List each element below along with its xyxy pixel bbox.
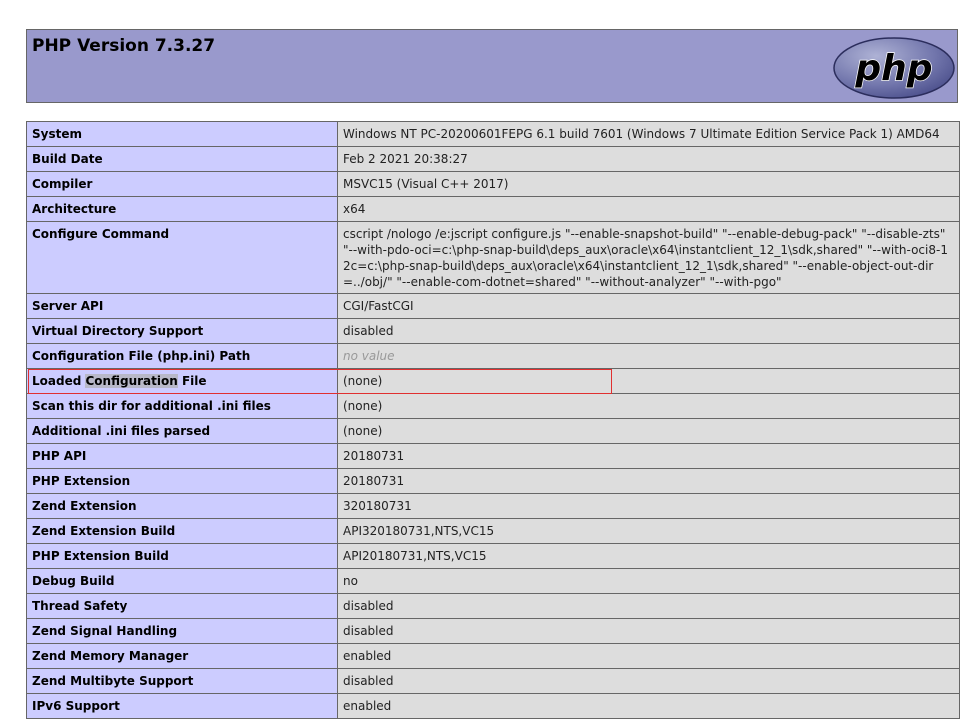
row-value: enabled bbox=[337, 643, 960, 669]
table-row: Architecture x64 bbox=[26, 196, 960, 222]
row-key-loaded-config: Loaded Configuration File bbox=[26, 368, 338, 394]
row-value: disabled bbox=[337, 668, 960, 694]
key-part: File bbox=[177, 374, 207, 388]
row-value: 20180731 bbox=[337, 468, 960, 494]
row-key: Build Date bbox=[26, 146, 338, 172]
row-key: System bbox=[26, 121, 338, 147]
search-highlight: Configuration bbox=[85, 374, 178, 388]
row-value: CGI/FastCGI bbox=[337, 293, 960, 319]
row-key: Additional .ini files parsed bbox=[26, 418, 338, 444]
logo-text: php bbox=[854, 48, 932, 89]
row-value: API320180731,NTS,VC15 bbox=[337, 518, 960, 544]
row-value: (none) bbox=[337, 393, 960, 419]
row-key: PHP API bbox=[26, 443, 338, 469]
table-row: PHP Extension Build API20180731,NTS,VC15 bbox=[26, 543, 960, 569]
row-key: Zend Extension Build bbox=[26, 518, 338, 544]
table-row: Zend Signal Handling disabled bbox=[26, 618, 960, 644]
row-key: IPv6 Support bbox=[26, 693, 338, 719]
row-key: Compiler bbox=[26, 171, 338, 197]
row-key: Architecture bbox=[26, 196, 338, 222]
row-key: Scan this dir for additional .ini files bbox=[26, 393, 338, 419]
php-logo: php bbox=[833, 37, 955, 99]
table-row: Configuration File (php.ini) Path no val… bbox=[26, 343, 960, 369]
row-key: Zend Memory Manager bbox=[26, 643, 338, 669]
table-row: Zend Extension 320180731 bbox=[26, 493, 960, 519]
row-value: 20180731 bbox=[337, 443, 960, 469]
row-key: Zend Multibyte Support bbox=[26, 668, 338, 694]
row-key: Configure Command bbox=[26, 221, 338, 294]
row-value: 320180731 bbox=[337, 493, 960, 519]
table-row: Server API CGI/FastCGI bbox=[26, 293, 960, 319]
table-row: Scan this dir for additional .ini files … bbox=[26, 393, 960, 419]
table-row: Thread Safety disabled bbox=[26, 593, 960, 619]
row-value: (none) bbox=[337, 368, 960, 394]
page-header: PHP Version 7.3.27 php bbox=[26, 29, 958, 103]
row-key: PHP Extension bbox=[26, 468, 338, 494]
row-value-configure-command: cscript /nologo /e:jscript configure.js … bbox=[337, 221, 960, 294]
table-row-loaded-config: Loaded Configuration File (none) bbox=[26, 368, 960, 394]
table-row: Compiler MSVC15 (Visual C++ 2017) bbox=[26, 171, 960, 197]
table-row: Zend Multibyte Support disabled bbox=[26, 668, 960, 694]
row-value: enabled bbox=[337, 693, 960, 719]
row-key: Zend Extension bbox=[26, 493, 338, 519]
table-row: Build Date Feb 2 2021 20:38:27 bbox=[26, 146, 960, 172]
row-value: x64 bbox=[337, 196, 960, 222]
row-key: PHP Extension Build bbox=[26, 543, 338, 569]
row-key: Debug Build bbox=[26, 568, 338, 594]
table-row: Additional .ini files parsed (none) bbox=[26, 418, 960, 444]
table-row: Configure Command cscript /nologo /e:jsc… bbox=[26, 221, 960, 294]
row-value: no bbox=[337, 568, 960, 594]
table-row: Zend Memory Manager enabled bbox=[26, 643, 960, 669]
table-row: IPv6 Support enabled bbox=[26, 693, 960, 719]
row-value: disabled bbox=[337, 618, 960, 644]
row-key: Server API bbox=[26, 293, 338, 319]
row-key: Virtual Directory Support bbox=[26, 318, 338, 344]
row-value: (none) bbox=[337, 418, 960, 444]
php-info-table: System Windows NT PC-20200601FEPG 6.1 bu… bbox=[26, 121, 960, 719]
row-key: Thread Safety bbox=[26, 593, 338, 619]
table-row: System Windows NT PC-20200601FEPG 6.1 bu… bbox=[26, 121, 960, 147]
table-row: Virtual Directory Support disabled bbox=[26, 318, 960, 344]
table-row: Zend Extension Build API320180731,NTS,VC… bbox=[26, 518, 960, 544]
row-value: API20180731,NTS,VC15 bbox=[337, 543, 960, 569]
row-value: Windows NT PC-20200601FEPG 6.1 build 760… bbox=[337, 121, 960, 147]
page-title: PHP Version 7.3.27 bbox=[32, 36, 216, 56]
row-value: disabled bbox=[337, 593, 960, 619]
table-row: PHP API 20180731 bbox=[26, 443, 960, 469]
row-value: Feb 2 2021 20:38:27 bbox=[337, 146, 960, 172]
row-value: MSVC15 (Visual C++ 2017) bbox=[337, 171, 960, 197]
table-row: Debug Build no bbox=[26, 568, 960, 594]
table-row: PHP Extension 20180731 bbox=[26, 468, 960, 494]
row-key: Zend Signal Handling bbox=[26, 618, 338, 644]
key-part: Loaded bbox=[32, 374, 86, 388]
row-value-no-value: no value bbox=[337, 343, 960, 369]
row-key: Configuration File (php.ini) Path bbox=[26, 343, 338, 369]
row-value: disabled bbox=[337, 318, 960, 344]
